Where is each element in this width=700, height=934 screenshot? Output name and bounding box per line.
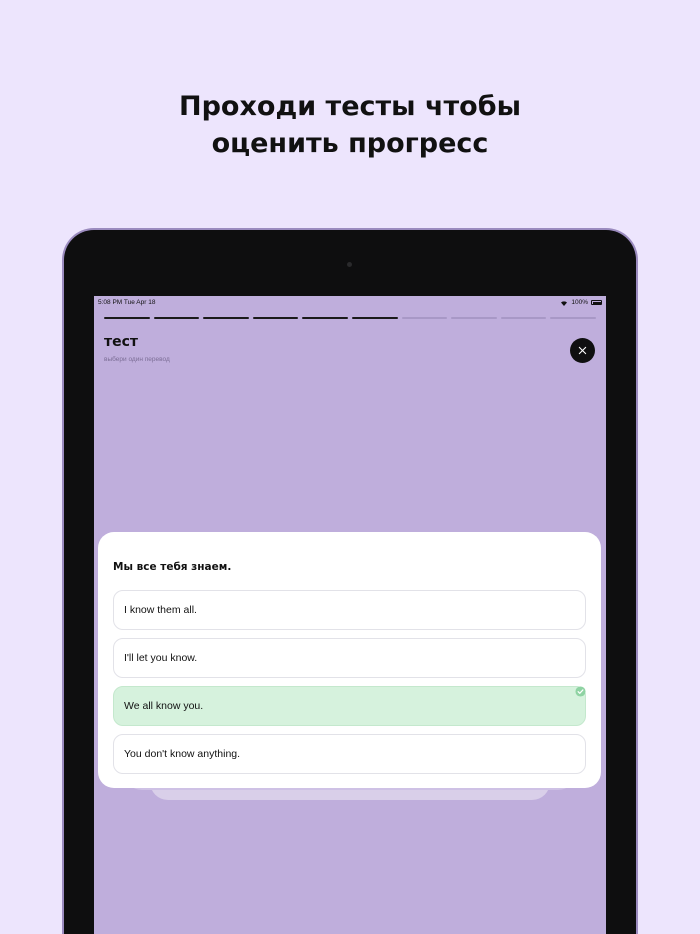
progress-segment [203, 317, 249, 319]
answer-label: I'll let you know. [124, 652, 198, 664]
battery-percent: 100% [571, 299, 588, 306]
answer-label: I know them all. [124, 604, 197, 616]
quiz-card: Мы все тебя знаем. I know them all. I'll… [98, 532, 601, 788]
lesson-progress-bar [104, 317, 596, 319]
close-icon [578, 346, 587, 355]
answer-label: You don't know anything. [124, 748, 241, 760]
status-time: 5:08 PM Tue Apr 18 [98, 299, 156, 306]
battery-icon [591, 300, 602, 305]
progress-segment [302, 317, 348, 319]
promo-headline-line2: оценить прогресс [211, 128, 489, 159]
answer-label: We all know you. [124, 700, 204, 712]
answer-option-3-correct[interactable]: We all know you. [113, 686, 586, 726]
promo-headline: Проходи тесты чтобы оценить прогресс [0, 88, 700, 162]
camera-dot [347, 262, 352, 267]
answer-option-1[interactable]: I know them all. [113, 590, 586, 630]
progress-segment [451, 317, 497, 319]
status-right: 100% [560, 299, 602, 306]
progress-segment [153, 317, 200, 319]
check-icon [575, 686, 586, 697]
lesson-title: тест [104, 334, 139, 350]
progress-segment [252, 317, 299, 319]
progress-segment [500, 317, 547, 319]
lesson-subtitle: выбери один перевод [104, 356, 170, 363]
app-screen: 5:08 PM Tue Apr 18 100% тест выбери один… [94, 296, 606, 934]
progress-segment [550, 317, 596, 319]
promo-headline-line1: Проходи тесты чтобы [179, 91, 521, 122]
wifi-icon [561, 300, 568, 306]
progress-segment [351, 317, 398, 319]
status-bar: 5:08 PM Tue Apr 18 100% [94, 296, 606, 310]
close-button[interactable] [570, 338, 595, 363]
tablet-frame: 5:08 PM Tue Apr 18 100% тест выбери один… [64, 230, 636, 934]
answer-option-2[interactable]: I'll let you know. [113, 638, 586, 678]
progress-segment [401, 317, 448, 319]
quiz-question: Мы все тебя знаем. [113, 561, 232, 573]
answer-option-4[interactable]: You don't know anything. [113, 734, 586, 774]
progress-segment [104, 317, 150, 319]
